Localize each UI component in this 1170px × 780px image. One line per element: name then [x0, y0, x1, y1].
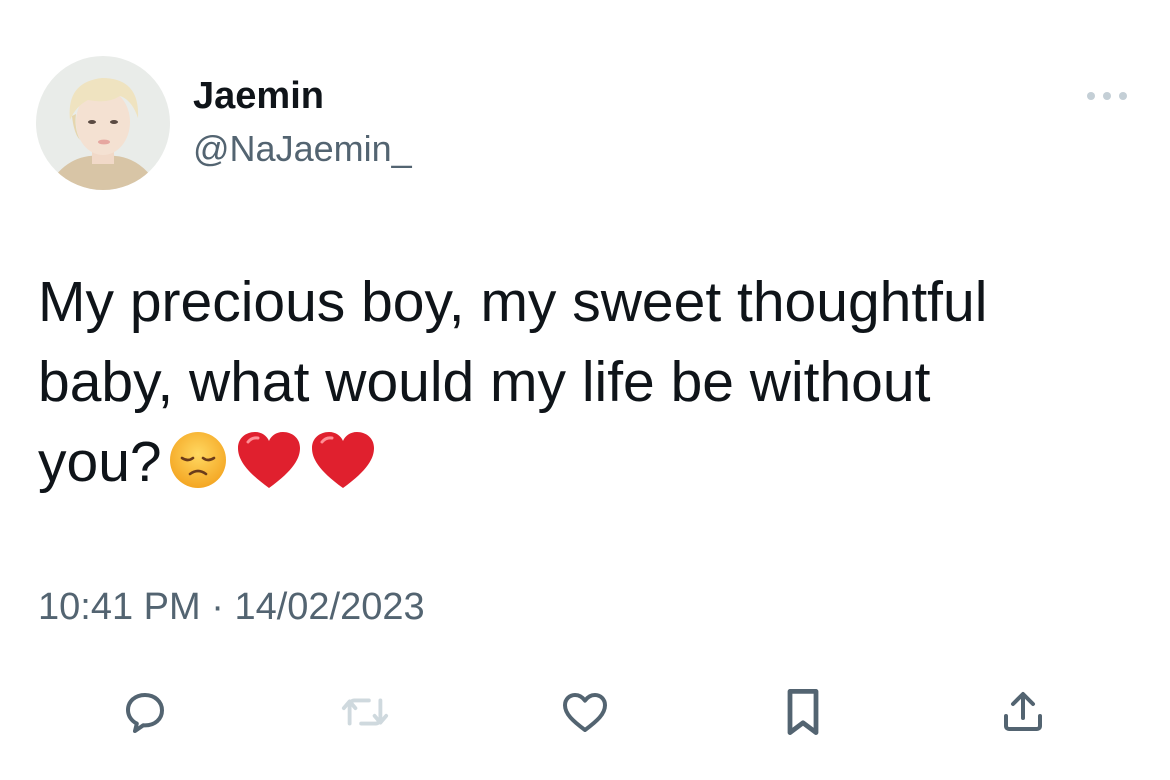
avatar[interactable] [36, 56, 170, 190]
heart-icon [563, 693, 607, 732]
author-handle[interactable]: @NaJaemin_ [193, 128, 412, 170]
tweet-text: My precious boy, my sweet thoughtful bab… [38, 262, 1138, 502]
bookmark-button[interactable] [768, 672, 838, 752]
timestamp-separator: · [211, 586, 224, 628]
tweet-text-fragment: you? [38, 430, 162, 494]
like-button[interactable] [550, 672, 620, 752]
bookmark-icon [787, 689, 819, 735]
tweet-text-line: you? [38, 422, 1138, 502]
retweet-icon [341, 698, 389, 726]
tweet-text-line: baby, what would my life be without [38, 350, 931, 414]
share-icon [1004, 692, 1042, 731]
speech-bubble-icon [126, 693, 164, 733]
disappointed-face-icon [169, 431, 226, 488]
tweet-timestamp: 10:41 PM · 14/02/2023 [38, 585, 425, 629]
author-display-name[interactable]: Jaemin [193, 74, 324, 118]
more-dots-icon [1087, 92, 1127, 100]
more-options-button[interactable] [1082, 78, 1132, 114]
tweet-time-link[interactable]: 10:41 PM [38, 586, 201, 628]
retweet-button[interactable] [330, 672, 400, 752]
share-button[interactable] [988, 672, 1058, 752]
tweet-date-link[interactable]: 14/02/2023 [234, 586, 424, 628]
tweet-action-bar [0, 672, 1170, 752]
tweet-text-line: My precious boy, my sweet thoughtful [38, 270, 988, 334]
red-heart-icon [237, 431, 300, 488]
red-heart-icon [311, 431, 374, 488]
reply-button[interactable] [110, 672, 180, 752]
avatar-photo [36, 56, 170, 190]
